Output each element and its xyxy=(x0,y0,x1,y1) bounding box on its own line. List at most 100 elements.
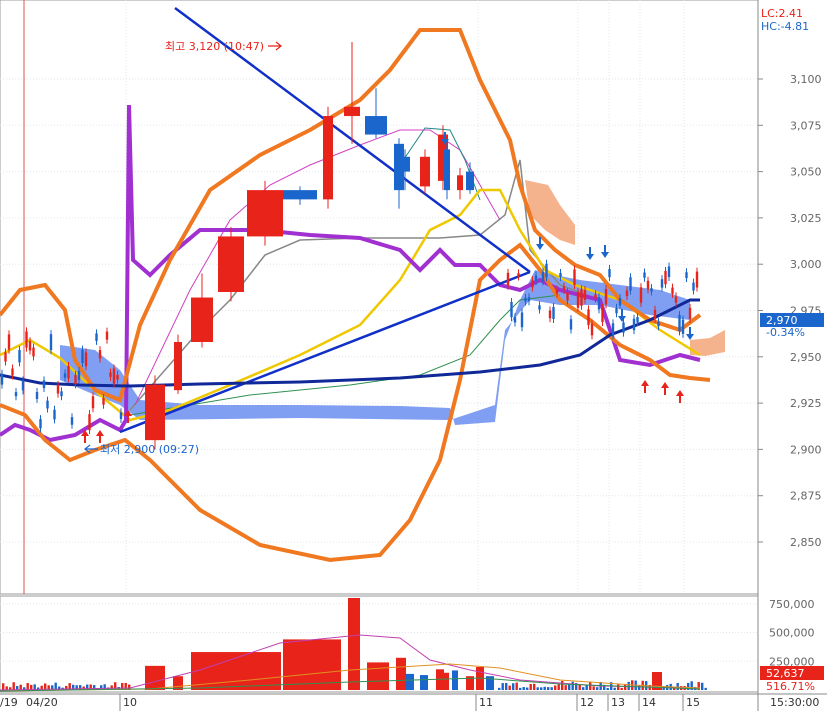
candle-body xyxy=(457,175,463,191)
mini-volume-bar xyxy=(512,683,515,690)
mini-candle-body xyxy=(608,269,611,278)
candle-body xyxy=(145,384,165,441)
mini-volume-bar xyxy=(501,683,504,690)
mini-candle-body xyxy=(594,294,597,299)
mini-candle-body xyxy=(559,272,562,277)
mini-candle-body xyxy=(53,409,56,420)
mini-candle-body xyxy=(42,380,46,389)
mini-candle-body xyxy=(531,280,534,288)
mini-candle-body xyxy=(513,317,517,323)
x-tick-label: 12 xyxy=(580,696,594,709)
mini-candle-body xyxy=(63,373,67,378)
mini-volume-bar xyxy=(596,687,599,690)
candle-body xyxy=(174,341,182,391)
mini-candle-body xyxy=(84,352,88,367)
mini-volume-bar xyxy=(533,683,536,690)
mini-candle-body xyxy=(39,419,42,429)
mini-candle-body xyxy=(98,350,102,359)
x-axis: /19 04/20 10 11 12 13 14 15 15:30:00 xyxy=(0,694,819,711)
x-tick-label: 15:30:00 xyxy=(770,696,819,709)
mini-candle-body xyxy=(678,315,681,332)
mini-candle-body xyxy=(11,368,14,376)
mini-volume-bar xyxy=(526,687,529,690)
stock-chart[interactable]: 최고 3,120 (10:47) 최저 2,900 (09:27) 3,100 3… xyxy=(0,0,827,711)
mini-candle-body xyxy=(692,282,695,291)
mini-volume-bar xyxy=(515,682,518,690)
mini-volume-bar xyxy=(564,685,567,690)
mini-candle-body xyxy=(639,287,643,303)
candle-body xyxy=(283,190,317,200)
mini-candle-body xyxy=(109,372,112,377)
mini-candle-body xyxy=(657,321,660,327)
mini-volume-bar xyxy=(613,687,616,690)
volume-bar xyxy=(396,657,406,690)
mini-candle-body xyxy=(70,417,74,425)
candle-body xyxy=(218,236,244,292)
mini-candle-body xyxy=(21,380,25,391)
mini-candle-body xyxy=(88,414,91,431)
mini-volume-bar xyxy=(543,686,546,690)
price-tick-label: 3,100 xyxy=(790,73,822,86)
mini-candle-body xyxy=(597,297,601,310)
mini-volume-bar xyxy=(547,687,550,690)
volume-bar xyxy=(443,672,449,690)
mini-candle-body xyxy=(569,319,573,330)
price-tick-label: 2,875 xyxy=(790,490,822,503)
mini-candle-body xyxy=(695,271,699,288)
mini-candle-body xyxy=(74,375,77,385)
mini-candle-body xyxy=(562,286,566,290)
mini-candle-body xyxy=(67,365,70,379)
x-tick-label: 10 xyxy=(123,696,137,709)
mini-volume-bar xyxy=(12,682,15,690)
price-tick-label: 3,000 xyxy=(790,258,822,271)
candle-body xyxy=(420,156,430,187)
mini-candle-body xyxy=(636,317,639,323)
mini-candle-body xyxy=(681,319,685,334)
mini-candle-body xyxy=(653,309,657,320)
current-volume-ratio: 516.71% xyxy=(766,680,815,693)
mini-candle-body xyxy=(573,269,576,286)
mini-candle-body xyxy=(541,271,545,282)
mini-candle-body xyxy=(604,288,608,305)
volume-bar xyxy=(406,673,414,690)
mini-candle-body xyxy=(629,277,632,291)
mini-volume-bar xyxy=(522,687,525,690)
mini-volume-bar xyxy=(2,683,5,690)
price-tick-label: 2,925 xyxy=(790,397,822,410)
mini-volume-bar xyxy=(519,687,522,690)
mini-candle-body xyxy=(538,305,541,310)
high-price-annotation: 최고 3,120 (10:47) xyxy=(165,40,264,53)
mini-candle-body xyxy=(506,272,510,286)
volume-axis: 750,000500,000250,000 xyxy=(769,598,815,669)
mini-candle-body xyxy=(566,292,569,301)
mini-candle-body xyxy=(650,288,653,292)
mini-candle-body xyxy=(18,349,21,363)
mini-volume-bar xyxy=(606,687,609,690)
mini-volume-bar xyxy=(508,685,511,690)
candle-body xyxy=(365,116,387,135)
x-tick-label: 04/20 xyxy=(26,696,58,709)
current-volume-label: 52,637 xyxy=(766,667,805,680)
mini-candle-body xyxy=(527,297,531,302)
mini-candle-body xyxy=(524,297,527,302)
price-tick-label: 2,850 xyxy=(790,536,822,549)
mini-candle-body xyxy=(7,334,11,350)
candle-body xyxy=(191,297,213,342)
low-price-annotation: 최저 2,900 (09:27) xyxy=(100,443,199,456)
mini-candle-body xyxy=(548,310,552,319)
mini-volume-bar xyxy=(592,686,595,690)
mini-volume-bar xyxy=(554,685,557,690)
mini-candle-body xyxy=(534,275,538,281)
volume-tick-label: 500,000 xyxy=(769,627,815,640)
mini-volume-bar xyxy=(529,684,532,690)
mini-candle-body xyxy=(646,280,650,290)
mini-volume-bar xyxy=(624,684,627,690)
current-change-label: -0.34% xyxy=(766,326,805,339)
mini-candle-body xyxy=(688,307,692,320)
mini-candle-body xyxy=(4,352,7,362)
mini-candle-body xyxy=(56,384,60,394)
mini-candle-body xyxy=(95,333,98,341)
mini-volume-bar xyxy=(617,684,620,690)
mini-volume-bar xyxy=(557,684,560,690)
mini-candle-body xyxy=(667,266,671,277)
